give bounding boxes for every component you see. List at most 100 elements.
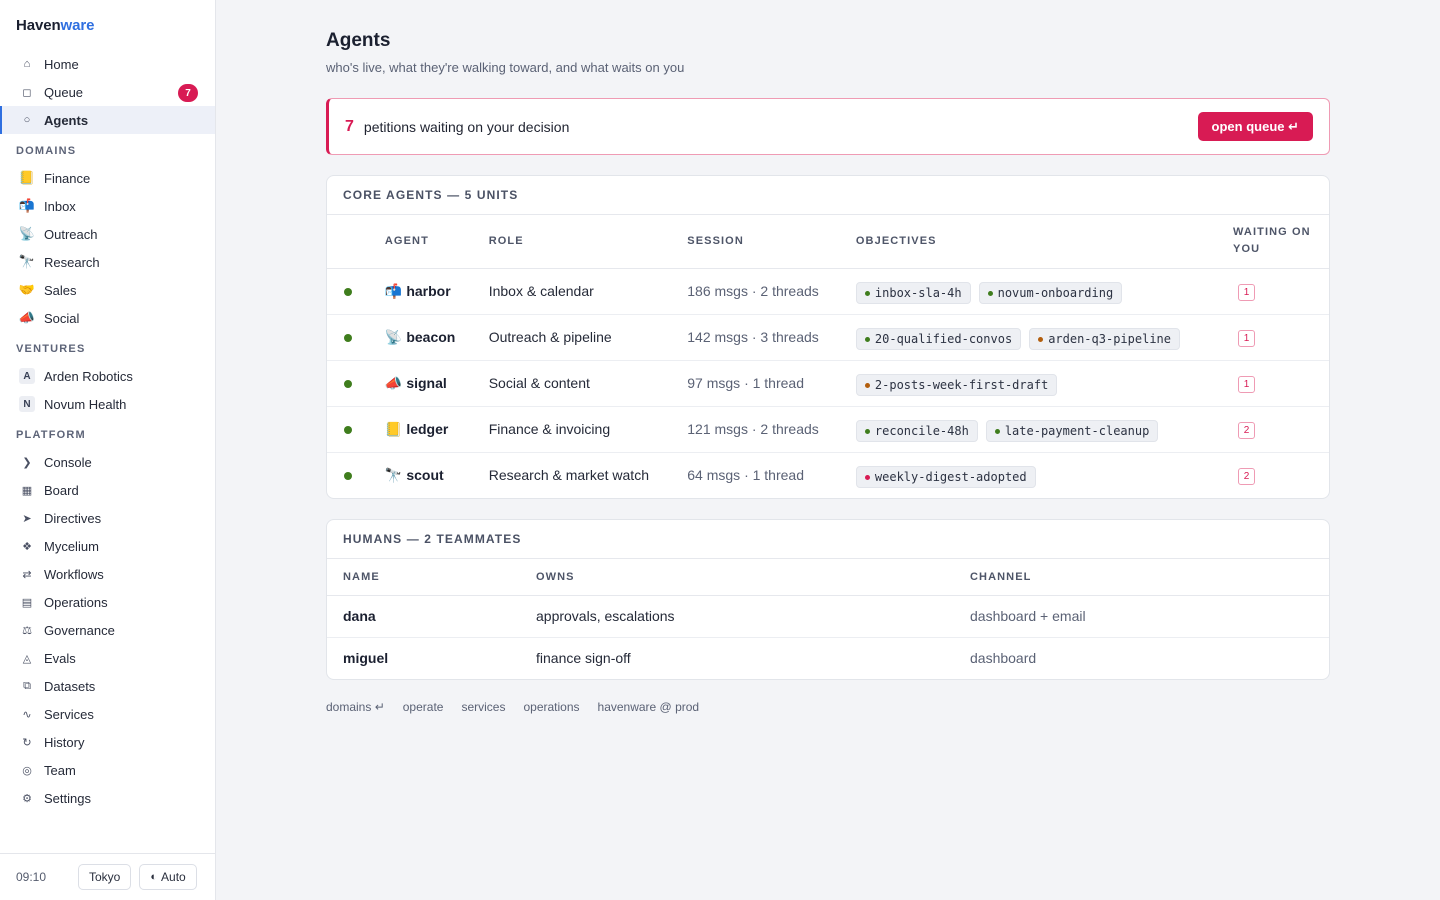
handshake-icon: 🤝 [18, 282, 36, 297]
objective-tag[interactable]: 20-qualified-convos [855, 328, 1022, 350]
core-agents-heading: CORE AGENTS — 5 UNITS [327, 176, 1329, 215]
waiting-count-badge[interactable]: 2 [1238, 467, 1256, 485]
agents-header-row: AGENT ROLE SESSION OBJECTIVES WAITING ON… [327, 215, 1329, 269]
sidebar-item-novum-health[interactable]: N Novum Health [0, 390, 215, 418]
objective-tag[interactable]: weekly-digest-adopted [855, 466, 1036, 489]
humans-table: NAME OWNS CHANNEL dana approvals, escalat… [327, 559, 1329, 679]
timezone-button[interactable]: Tokyo [78, 864, 132, 890]
agent-role: Research & market watch [488, 467, 649, 484]
sidebar-item-agents[interactable]: ○ Agents [0, 106, 215, 134]
sidebar-item-queue[interactable]: ◻ Queue 7 [0, 78, 215, 106]
footer-link[interactable]: havenware @ prod [598, 700, 700, 714]
objective-tag[interactable]: late-payment-cleanup [985, 420, 1159, 442]
agent-row[interactable]: 📣 signal Social & content 97 msgs · 1 threa… [327, 360, 1329, 407]
objectives-cell: inbox-sla-4h novum-onboarding [855, 268, 1234, 315]
sidebar-item-label: Evals [44, 650, 76, 666]
sidebar-item-board[interactable]: ▦ Board [0, 476, 215, 504]
status-cell [327, 406, 385, 453]
objective-label: late-payment-cleanup [1004, 424, 1150, 438]
sidebar-item-finance[interactable]: 📒 Finance [0, 164, 215, 192]
sidebar-item-label: Arden Robotics [44, 368, 133, 384]
footer-link[interactable]: domains ↵ [326, 700, 385, 714]
teammate-row[interactable]: dana approvals, escalations dashboard + em… [327, 595, 1329, 638]
footer-link[interactable]: operations [523, 700, 579, 714]
objective-tag[interactable]: novum-onboarding [978, 282, 1123, 304]
theme-toggle-button[interactable]: ◐ Auto [139, 864, 197, 890]
sidebar-item-outreach[interactable]: 📡 Outreach [0, 220, 215, 248]
agent-icon: 📣 [384, 374, 403, 391]
venture-letter-icon: A [16, 368, 38, 384]
agent-row[interactable]: 📡 beacon Outreach & pipeline 142 msgs · 3 t… [327, 314, 1329, 361]
sidebar-item-console[interactable]: ❯ Console [0, 448, 215, 476]
waiting-cell: 2 [1233, 452, 1329, 498]
objectives-cell: reconcile-48h late-payment-cleanup [855, 406, 1234, 453]
sidebar-item-label: Sales [44, 282, 77, 298]
agent-cell: 🔭 scout [385, 452, 489, 498]
agents-icon: ○ [23, 114, 31, 126]
objective-label: 20-qualified-convos [874, 332, 1013, 346]
sidebar-item-label: Home [44, 56, 79, 72]
sidebar-item-history[interactable]: ↻ History [0, 728, 215, 756]
sidebar-item-operations[interactable]: ▤ Operations [0, 588, 215, 616]
sidebar-item-arden-robotics[interactable]: A Arden Robotics [0, 362, 215, 390]
open-queue-button[interactable]: open queue ↵ [1197, 112, 1313, 141]
footer-link[interactable]: operate [403, 700, 444, 714]
agent-name[interactable]: harbor [406, 283, 450, 299]
page-subtitle: who's live, what they're walking toward,… [326, 60, 685, 75]
waiting-count-badge[interactable]: 2 [1238, 421, 1256, 439]
objective-tag[interactable]: reconcile-48h [855, 420, 978, 442]
sidebar-item-social[interactable]: 📣 Social [0, 304, 215, 332]
teammate-row[interactable]: miguel finance sign-off dashboard [327, 637, 1329, 679]
objective-status-dot [864, 290, 870, 296]
sidebar-item-research[interactable]: 🔭 Research [0, 248, 215, 276]
sidebar-item-settings[interactable]: ⚙ Settings [0, 784, 215, 812]
mycelium-icon: ❖ [22, 540, 32, 553]
agent-name[interactable]: beacon [406, 329, 455, 345]
agent-role: Social & content [488, 360, 688, 407]
waiting-count-badge[interactable]: 1 [1238, 375, 1256, 393]
humans-header-row: NAME OWNS CHANNEL [327, 559, 1329, 596]
core-agents-card: CORE AGENTS — 5 UNITS AGENT ROLE SESSION… [326, 175, 1330, 499]
footer-link[interactable]: services [461, 700, 505, 714]
footer-links: domains ↵ operate services operations havenw… [326, 700, 717, 714]
teammate-channel: dashboard [970, 650, 1037, 667]
sidebar-item-label: Team [44, 762, 76, 778]
agent-row[interactable]: 📬 harbor Inbox & calendar 186 msgs · 2 thre… [327, 268, 1329, 315]
objective-tag[interactable]: arden-q3-pipeline [1029, 328, 1181, 350]
waiting-cell: 1 [1233, 268, 1329, 315]
queue-icon: ◻ [22, 86, 32, 99]
sidebar-item-sales[interactable]: 🤝 Sales [0, 276, 215, 304]
teammate-channel: dashboard + email [970, 595, 1329, 638]
waiting-count-badge[interactable]: 1 [1238, 283, 1256, 301]
objective-status-dot [1038, 336, 1044, 342]
agent-icon: 🔭 [384, 466, 403, 483]
agent-icon: 📒 [384, 420, 403, 437]
sidebar-item-governance[interactable]: ⚖ Governance [0, 616, 215, 644]
agent-row[interactable]: 📒 ledger Finance & invoicing 121 msgs · 2 t… [327, 406, 1329, 453]
waiting-count-badge[interactable]: 1 [1238, 329, 1256, 347]
sidebar-item-evals[interactable]: ◬ Evals [0, 644, 215, 672]
sidebar-item-datasets[interactable]: ⧉ Datasets [0, 672, 215, 700]
sidebar-item-directives[interactable]: ➤ Directives [0, 504, 215, 532]
agent-name[interactable]: scout [406, 467, 443, 483]
status-cell [327, 452, 385, 498]
sidebar-item-home[interactable]: ⌂ Home [0, 50, 215, 78]
sidebar-footer: 09:10 Tokyo ◐ Auto [0, 853, 215, 900]
agent-name[interactable]: signal [406, 375, 446, 391]
sidebar-item-team[interactable]: ◎ Team [0, 756, 215, 784]
contrast-icon: ◐ [150, 871, 158, 883]
sidebar-item-inbox[interactable]: 📬 Inbox [0, 192, 215, 220]
sidebar-item-label: Novum Health [44, 396, 127, 412]
agent-row[interactable]: 🔭 scout Research & market watch 64 msgs · 1… [327, 452, 1329, 498]
pending-petitions-banner: 7 petitions waiting on your decision ope… [326, 98, 1330, 155]
objectives-cell: weekly-digest-adopted [855, 452, 1233, 498]
sidebar-item-mycelium[interactable]: ❖ Mycelium [0, 532, 215, 560]
objective-tag[interactable]: 2-posts-week-first-draft [855, 374, 1058, 396]
objective-tag[interactable]: inbox-sla-4h [855, 282, 971, 304]
sidebar-item-services[interactable]: ∿ Services [0, 700, 215, 728]
sidebar-item-workflows[interactable]: ⇄ Workflows [0, 560, 215, 588]
agent-name[interactable]: ledger [406, 421, 448, 437]
brand-logo[interactable]: Havenware [16, 17, 94, 34]
board-icon: ▦ [21, 484, 33, 497]
waiting-cell: 2 [1233, 406, 1329, 453]
